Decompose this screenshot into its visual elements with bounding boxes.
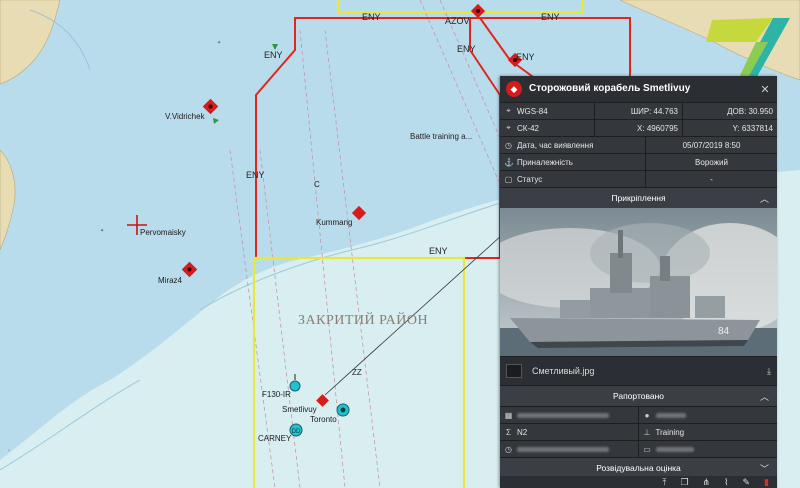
redacted-text [517, 412, 609, 418]
coord-label: ДОВ: [727, 106, 747, 116]
status-row: ▢ Статус - [500, 170, 777, 187]
panel-title: Сторожовий корабель Smetlivuy [529, 83, 691, 94]
vessel-label[interactable]: V.Vidrichek [165, 112, 205, 121]
attach-icon[interactable]: ⌇ [724, 477, 728, 487]
close-icon[interactable]: ✕ [759, 83, 771, 96]
coord-row-wgs: ⌖ WGS-84 ШИР: 44.763 ДОВ: 30.950 [500, 102, 777, 119]
sigma-icon: Σ [506, 427, 511, 437]
closed-area-label: ЗАКРИТИЙ РАЙОН [298, 313, 429, 328]
copy-icon[interactable]: ❐ [680, 477, 688, 487]
vessel-label[interactable]: Pervomaisky [140, 228, 186, 237]
zone-label: ENY [246, 170, 265, 180]
pin-icon: ⌖ [506, 106, 511, 115]
vessel-label[interactable]: Smetlivuy [282, 405, 317, 414]
coord-system: WGS-84 [517, 106, 548, 116]
coord-system: СК-42 [517, 123, 539, 133]
redacted-text [655, 412, 686, 418]
svg-text:✦: ✦ [217, 40, 221, 46]
reported-row: Σ N2 ⊥ Training [500, 423, 777, 440]
clock-icon: ◷ [505, 140, 512, 150]
attachment-photo[interactable]: 84 [500, 208, 777, 356]
edit-icon[interactable]: ✎ [743, 477, 751, 487]
zone-label: ENY [429, 246, 448, 256]
affiliation-row: ⚓ Приналежність Ворожий [500, 153, 777, 170]
friendly-marker[interactable]: DD [289, 423, 303, 437]
org-icon: ▦ [504, 410, 513, 420]
download-icon[interactable]: ⤓ [767, 366, 771, 377]
share-icon[interactable]: ⋔ [703, 477, 711, 487]
chevron-up-icon[interactable]: ︿ [760, 192, 769, 205]
zone-label: ENY [264, 50, 283, 60]
coord-label: ШИР: [630, 106, 652, 116]
attachment-file-row[interactable]: Сметливый.jpg ⤓ [500, 356, 777, 385]
svg-text:✦: ✦ [100, 228, 104, 234]
image-file-icon [506, 364, 522, 378]
svg-text:84: 84 [718, 326, 730, 337]
zone-label: ENY [516, 52, 535, 62]
card-icon: ▭ [643, 444, 651, 454]
clock-icon: ◷ [505, 444, 512, 454]
detected-label: Дата, час виявлення [517, 140, 594, 150]
chevron-down-icon[interactable]: ﹀ [760, 462, 769, 475]
file-name[interactable]: Сметливый.jpg [532, 366, 767, 376]
affiliation-label: Приналежність [517, 157, 573, 167]
vessel-label[interactable]: Toronto [310, 415, 337, 424]
panel-toolbar: ⤒ ❐ ⋔ ⌇ ✎ ▮ [500, 476, 777, 488]
zone-label: ENY [457, 44, 476, 54]
attachments-section-header[interactable]: Прикріплення ︿ [500, 187, 777, 208]
vessel-label[interactable]: CARNEY [258, 434, 291, 443]
tree-icon: ⊥ [643, 427, 651, 437]
assessment-section-header[interactable]: Розвідувальна оцінка ﹀ [500, 457, 777, 478]
detected-value: 05/07/2019 8:50 [646, 137, 777, 153]
upload-icon[interactable]: ⤒ [662, 477, 666, 487]
status-icon: ▢ [504, 174, 513, 184]
vessel-label[interactable]: Kummang [316, 218, 352, 227]
coord-value: 4960795 [646, 123, 678, 133]
panel-header: ◆ Сторожовий корабель Smetlivuy ✕ [500, 76, 777, 102]
friendly-marker[interactable] [336, 403, 350, 417]
zone-label: AZOV [445, 16, 470, 26]
reported-row: ▦ ● [500, 406, 777, 423]
reported-section-header[interactable]: Рапортовано ︿ [500, 385, 777, 406]
reported-label: Рапортовано [612, 391, 665, 401]
object-info-panel: ◆ Сторожовий корабель Smetlivuy ✕ ⌖ WGS-8… [500, 76, 777, 488]
pin-icon: ⌖ [506, 123, 511, 132]
coord-value: 6337814 [741, 123, 773, 133]
reported-unit: N2 [517, 427, 528, 437]
vessel-label[interactable]: Miraz4 [158, 276, 182, 285]
area-label: Battle training a... [410, 132, 473, 141]
anchor-icon: ⚓ [504, 157, 514, 167]
attachments-label: Прикріплення [611, 193, 666, 203]
svg-text:DD: DD [292, 429, 301, 435]
status-label: Статус [517, 174, 543, 184]
redacted-text [655, 446, 694, 452]
user-icon: ● [644, 410, 650, 420]
coord-label: X: [637, 123, 645, 133]
zone-label: ENY [362, 12, 381, 22]
redacted-text [517, 446, 609, 452]
status-value[interactable]: - [646, 171, 777, 187]
detected-row: ◷ Дата, час виявлення 05/07/2019 8:50 [500, 136, 777, 153]
reported-type: Training [655, 427, 685, 437]
affiliation-value[interactable]: Ворожий [646, 154, 777, 170]
assessment-label: Розвідувальна оцінка [596, 463, 681, 473]
coord-label: Y: [732, 123, 740, 133]
coord-value: 44.763 [653, 106, 678, 116]
coord-row-ck42: ⌖ СК-42 X: 4960795 Y: 6337814 [500, 119, 777, 136]
vessel-label[interactable]: F130-IR [262, 390, 291, 399]
zone-label: ENY [541, 12, 560, 22]
coord-value: 30.950 [748, 106, 773, 116]
delete-icon[interactable]: ▮ [764, 477, 769, 487]
zone-label: ZZ [352, 368, 362, 377]
hostile-diamond-icon: ◆ [506, 81, 522, 97]
reported-row: ◷ ▭ [500, 440, 777, 457]
map-label: C [314, 180, 320, 189]
chevron-up-icon[interactable]: ︿ [760, 390, 769, 403]
svg-text:◦: ◦ [8, 448, 10, 454]
